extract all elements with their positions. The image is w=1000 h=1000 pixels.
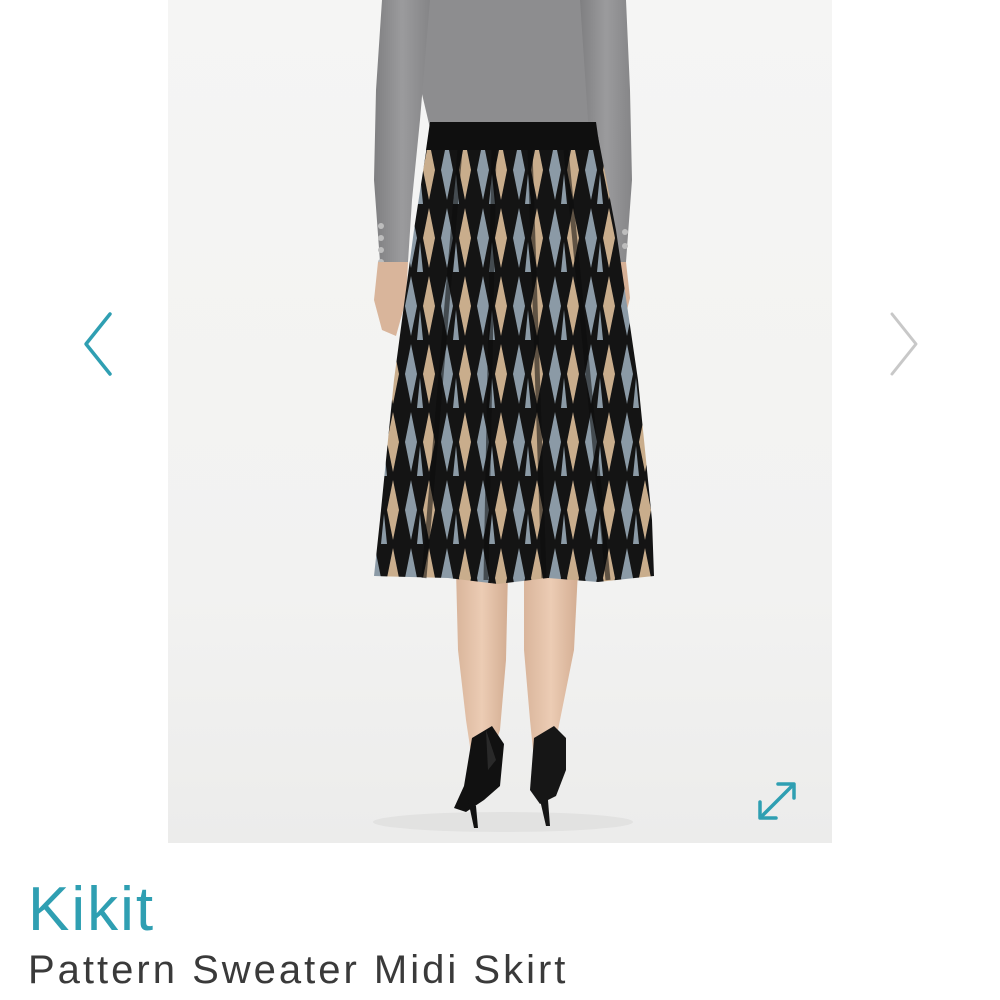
chevron-left-icon: [84, 312, 112, 376]
product-photo-illustration: [373, 0, 654, 832]
expand-image-button[interactable]: [752, 778, 802, 824]
product-image-gallery: [0, 0, 1000, 845]
chevron-right-icon: [890, 312, 918, 376]
brand-name[interactable]: Kikit: [28, 872, 155, 948]
previous-image-button[interactable]: [78, 310, 118, 380]
product-photo[interactable]: [168, 0, 832, 843]
product-title: Pattern Sweater Midi Skirt: [28, 948, 569, 992]
next-image-button[interactable]: [884, 310, 924, 380]
expand-arrows-icon: [758, 782, 796, 820]
